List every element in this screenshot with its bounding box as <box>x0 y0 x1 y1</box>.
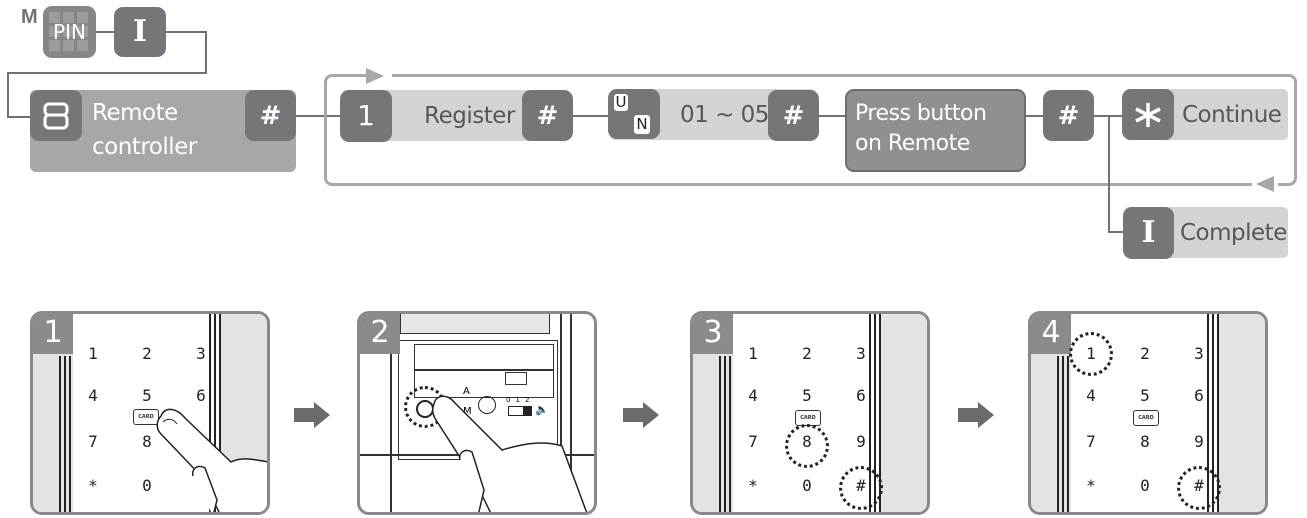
keypad-key-0: 0 <box>1140 476 1150 495</box>
keypad-key-1: 1 <box>748 344 758 363</box>
loop-arrow-right-icon <box>366 68 384 84</box>
hash-icon: # <box>536 100 559 131</box>
hash-icon: # <box>782 100 805 131</box>
keypad-key-5: 5 <box>1140 386 1150 405</box>
keypad-key-star: * <box>88 476 98 495</box>
remote-controller-label: Remote controller <box>92 96 197 164</box>
keypad-key-9: 9 <box>856 432 866 451</box>
asterisk-icon <box>1135 102 1161 127</box>
key-1-label: 1 <box>357 99 375 132</box>
next-arrow-icon <box>294 402 330 428</box>
keypad-key-0: 0 <box>802 476 812 495</box>
step-number-badge: 3 <box>693 314 733 354</box>
hash-icon: # <box>1057 100 1080 131</box>
keypad-key-3: 3 <box>196 344 206 363</box>
step-panel-1: 1 1 2 3 4 5 6 7 8 * 0 CARD <box>30 311 270 515</box>
keypad-key-4: 4 <box>1086 386 1096 405</box>
pin-label: PIN <box>53 20 86 44</box>
keypad-key-6: 6 <box>196 386 206 405</box>
keypad-key-8: 8 <box>1140 432 1150 451</box>
continue-label: Continue <box>1182 101 1282 128</box>
hash-key-4: # <box>1043 90 1094 141</box>
card-reader-icon: CARD <box>1133 410 1159 426</box>
keypad-key-star: * <box>748 476 758 495</box>
keypad-key-2: 2 <box>142 344 152 363</box>
keypad-key-2: 2 <box>1140 344 1150 363</box>
step-number-badge: 1 <box>33 314 73 354</box>
star-key: * <box>1122 89 1174 140</box>
keypad-key-6: 6 <box>856 386 866 405</box>
keypad-key-5: 5 <box>802 386 812 405</box>
keypad-key-3: 3 <box>856 344 866 363</box>
hash-key-3: # <box>768 90 819 141</box>
complete-lock-key: I <box>1123 207 1174 259</box>
lock-key: I <box>114 7 166 57</box>
remote-label-line2: controller <box>92 134 197 160</box>
pointing-hand-icon <box>432 395 588 512</box>
keypad-key-star: * <box>1086 476 1096 495</box>
key-1: 1 <box>340 90 392 142</box>
highlight-circle-1 <box>1069 332 1113 376</box>
highlight-circle-hash <box>1177 466 1221 510</box>
lock-icon: I <box>132 14 148 49</box>
pin-key: PIN <box>43 6 96 58</box>
step-panel-3: 3 1 2 3 4 5 6 7 8 9 * 0 # CARD <box>690 311 930 515</box>
press-label-line1: Press button <box>855 101 987 126</box>
keypad-key-5: 5 <box>142 386 152 405</box>
keypad-key-1: 1 <box>88 344 98 363</box>
keypad-key-7: 7 <box>88 432 98 451</box>
hash-key-1: # <box>245 90 296 141</box>
user-number-key: U N <box>608 89 660 139</box>
complete-label: Complete <box>1180 219 1287 246</box>
press-remote-step: Press button on Remote <box>845 89 1026 172</box>
next-arrow-icon <box>623 402 659 428</box>
highlight-circle-hash <box>839 466 883 510</box>
digit-8-icon <box>43 102 69 129</box>
highlight-circle-8 <box>785 424 829 468</box>
next-arrow-icon <box>958 402 994 428</box>
pointing-hand-icon <box>156 408 267 512</box>
step-number-badge: 2 <box>360 314 400 354</box>
keypad-key-9: 9 <box>1194 432 1204 451</box>
loop-arrow-left-icon <box>1256 176 1274 192</box>
step-panel-2: 2 A M 012 🔈 <box>357 311 597 515</box>
key-8 <box>30 90 82 141</box>
step-number-badge: 4 <box>1031 314 1071 354</box>
user-u-icon: U <box>614 93 628 111</box>
lock-icon: I <box>1141 215 1156 250</box>
battery-cover <box>400 314 550 334</box>
keypad-key-4: 4 <box>88 386 98 405</box>
keypad-key-2: 2 <box>802 344 812 363</box>
keypad-key-6: 6 <box>1194 386 1204 405</box>
keypad-key-7: 7 <box>748 432 758 451</box>
keypad-key-4: 4 <box>748 386 758 405</box>
remote-label-line1: Remote <box>92 100 178 126</box>
hash-key-2: # <box>522 90 573 141</box>
hash-icon: # <box>259 100 282 131</box>
keypad-key-7: 7 <box>1086 432 1096 451</box>
user-n-icon: N <box>634 115 650 134</box>
keypad-key-3: 3 <box>1194 344 1204 363</box>
register-label: Register <box>424 102 515 129</box>
mode-label: M <box>21 6 38 28</box>
press-label-line2: on Remote <box>855 131 970 156</box>
user-number-range: 01 ~ 05 <box>680 101 769 128</box>
step-panel-4: 4 1 2 3 4 5 6 7 8 9 * 0 # CARD <box>1028 311 1268 515</box>
